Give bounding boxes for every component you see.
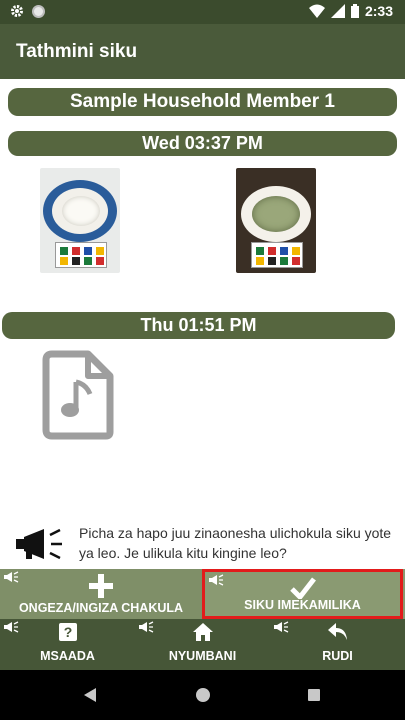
plate-image [43, 180, 117, 242]
fiducial-card [251, 242, 303, 268]
circle-icon [32, 4, 45, 18]
speaker-icon[interactable] [138, 621, 154, 633]
reply-arrow-icon [327, 623, 347, 640]
help-icon: ? [58, 623, 77, 641]
wifi-icon [308, 4, 325, 18]
speaker-icon[interactable] [273, 621, 289, 633]
signal-icon [330, 4, 345, 18]
svg-text:?: ? [63, 624, 72, 640]
back-label: RUDI [322, 649, 353, 663]
megaphone-icon[interactable] [14, 527, 64, 561]
tip-message: Picha za hapo juu zinaonesha ulichokula … [14, 523, 399, 563]
checkmark-icon [289, 577, 316, 599]
help-button[interactable]: ? MSAADA [0, 619, 135, 670]
home-label: NYUMBANI [168, 649, 237, 663]
speaker-icon[interactable] [208, 574, 224, 586]
day-complete-button[interactable]: SIKU IMEKAMILIKA [202, 569, 403, 619]
audio-file-icon[interactable] [42, 350, 114, 440]
speaker-icon[interactable] [3, 621, 19, 633]
fiducial-card [55, 242, 107, 268]
gear-icon [11, 5, 23, 17]
page-title: Tathmini siku [16, 41, 138, 62]
speaker-icon[interactable] [3, 571, 19, 583]
tip-text: Picha za hapo juu zinaonesha ulichokula … [79, 525, 392, 561]
member-name: Sample Household Member 1 [8, 88, 397, 116]
system-back-icon[interactable] [84, 688, 96, 702]
meal-photo[interactable] [236, 168, 316, 273]
home-icon [192, 623, 213, 641]
system-recents-icon[interactable] [308, 689, 320, 701]
app-bar: Tathmini siku [0, 24, 405, 79]
meal-time-header: Thu 01:51 PM [2, 312, 395, 339]
add-food-button[interactable]: ONGEZA/INGIZA CHAKULA [0, 569, 202, 619]
clock: 2:33 [364, 3, 393, 19]
plus-icon [89, 574, 113, 598]
back-button[interactable]: RUDI [270, 619, 405, 670]
system-navigation [0, 670, 405, 720]
action-bar: ONGEZA/INGIZA CHAKULA SIKU IMEKAMILIKA [0, 569, 405, 619]
system-home-icon[interactable] [196, 688, 210, 702]
plate-image [241, 186, 311, 242]
home-button[interactable]: NYUMBANI [135, 619, 270, 670]
bottom-nav: ? MSAADA NYUMBANI RUDI [0, 619, 405, 670]
help-label: MSAADA [40, 649, 95, 663]
meal-photo[interactable] [40, 168, 120, 273]
day-complete-label: SIKU IMEKAMILIKA [244, 598, 361, 612]
meal-time-header: Wed 03:37 PM [8, 131, 397, 156]
add-food-label: ONGEZA/INGIZA CHAKULA [18, 601, 184, 615]
status-bar: 2:33 [0, 0, 405, 24]
battery-icon [350, 4, 359, 18]
